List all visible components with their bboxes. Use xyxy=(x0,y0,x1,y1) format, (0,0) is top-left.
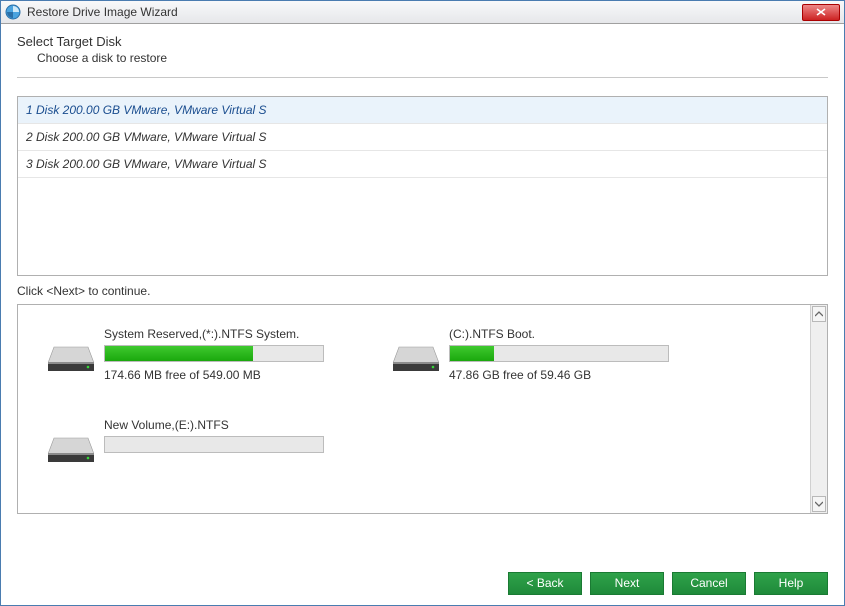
page-heading: Select Target Disk xyxy=(17,34,828,49)
continue-note: Click <Next> to continue. xyxy=(17,284,828,298)
partition-usage-fill xyxy=(105,346,253,361)
back-button[interactable]: < Back xyxy=(508,572,582,595)
partition: (C:).NTFS Boot. 47.86 GB free of 59.46 GB xyxy=(393,327,693,382)
partition-usage-bar xyxy=(449,345,669,362)
partition-scroll[interactable]: System Reserved,(*:).NTFS System. 174.66 … xyxy=(18,305,810,513)
help-button[interactable]: Help xyxy=(754,572,828,595)
app-icon xyxy=(5,4,21,20)
disk-row[interactable]: 2 Disk 200.00 GB VMware, VMware Virtual … xyxy=(18,124,827,151)
partition-free-text: 47.86 GB free of 59.46 GB xyxy=(449,368,693,382)
close-icon xyxy=(816,8,826,16)
wizard-window: Restore Drive Image Wizard Select Target… xyxy=(0,0,845,606)
scrollbar[interactable] xyxy=(810,305,827,513)
scroll-up-button[interactable] xyxy=(812,306,826,322)
titlebar: Restore Drive Image Wizard xyxy=(1,1,844,24)
partition-usage-bar xyxy=(104,436,324,453)
chevron-up-icon xyxy=(815,311,823,317)
close-button[interactable] xyxy=(802,4,840,21)
scroll-down-button[interactable] xyxy=(812,496,826,512)
divider xyxy=(17,77,828,78)
drive-icon xyxy=(393,345,439,375)
next-button[interactable]: Next xyxy=(590,572,664,595)
partition-usage-fill xyxy=(450,346,494,361)
partition-free-text: 174.66 MB free of 549.00 MB xyxy=(104,368,348,382)
disk-row[interactable]: 3 Disk 200.00 GB VMware, VMware Virtual … xyxy=(18,151,827,178)
disk-list[interactable]: 1 Disk 200.00 GB VMware, VMware Virtual … xyxy=(17,96,828,276)
window-title: Restore Drive Image Wizard xyxy=(27,5,802,19)
page-subheading: Choose a disk to restore xyxy=(37,51,828,65)
partition-title: New Volume,(E:).NTFS xyxy=(104,418,348,432)
chevron-down-icon xyxy=(815,501,823,507)
partition-title: (C:).NTFS Boot. xyxy=(449,327,693,341)
content-area: Select Target Disk Choose a disk to rest… xyxy=(1,24,844,561)
partition: New Volume,(E:).NTFS xyxy=(48,418,348,466)
partition: System Reserved,(*:).NTFS System. 174.66 … xyxy=(48,327,348,382)
cancel-button[interactable]: Cancel xyxy=(672,572,746,595)
footer: < Back Next Cancel Help xyxy=(1,561,844,605)
partition-usage-bar xyxy=(104,345,324,362)
partition-title: System Reserved,(*:).NTFS System. xyxy=(104,327,348,341)
drive-icon xyxy=(48,345,94,375)
partition-pane: System Reserved,(*:).NTFS System. 174.66 … xyxy=(17,304,828,514)
drive-icon xyxy=(48,436,94,466)
disk-row[interactable]: 1 Disk 200.00 GB VMware, VMware Virtual … xyxy=(18,97,827,124)
